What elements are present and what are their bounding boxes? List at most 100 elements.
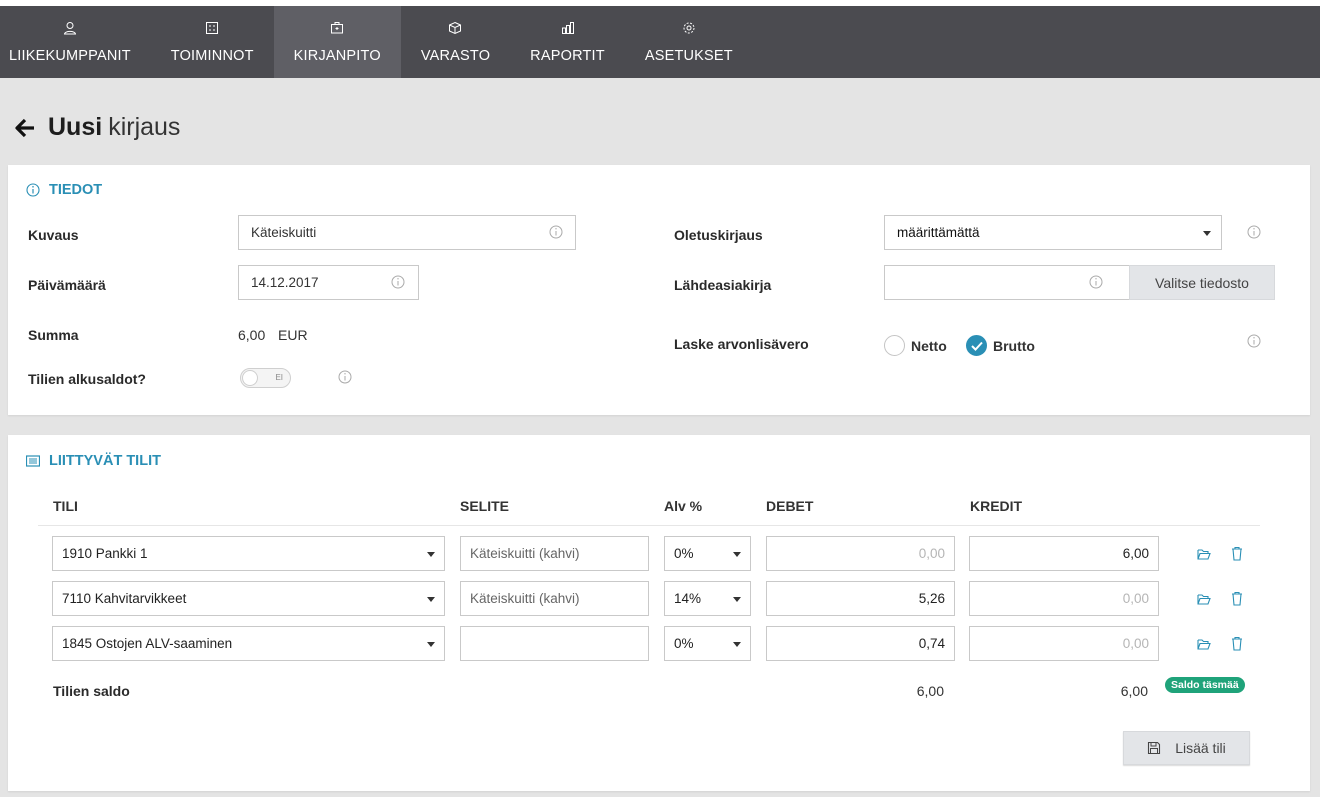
check-icon (971, 341, 983, 351)
cube-icon (449, 21, 462, 34)
list-icon (26, 455, 40, 467)
nav-kirjanpito[interactable]: KIRJANPITO (273, 6, 401, 78)
nav-label: VARASTO (420, 47, 491, 64)
chevron-down-icon (733, 597, 741, 602)
info-icon[interactable] (1089, 275, 1103, 289)
add-account-button[interactable]: Lisää tili (1123, 731, 1250, 765)
tilit-section-title: LIITTYVÄT TILIT (26, 453, 161, 469)
folder-open-icon[interactable] (1197, 637, 1211, 652)
folder-open-icon[interactable] (1197, 547, 1211, 562)
alkusaldot-label: Tilien alkusaldot? (28, 371, 146, 387)
nav-label: TOIMINNOT (170, 47, 254, 64)
bar-chart-icon (561, 21, 574, 34)
selite-input[interactable]: Käteiskuitti (kahvi) (460, 581, 649, 616)
kredit-input[interactable]: 0,00 (969, 581, 1159, 616)
oletuskirjaus-select[interactable]: määrittämättä (884, 215, 1222, 250)
toggle-text: EI (275, 373, 283, 382)
netto-label: Netto (911, 338, 947, 354)
tili-select[interactable]: 1845 Ostojen ALV-saaminen (52, 626, 445, 661)
saldo-kredit: 6,00 (1120, 683, 1148, 699)
debet-input[interactable]: 0,00 (766, 536, 955, 571)
briefcase-icon (331, 21, 344, 33)
debet-value: 0,74 (918, 636, 945, 651)
nav-raportit[interactable]: RAPORTIT (510, 6, 625, 78)
kredit-input[interactable]: 6,00 (969, 536, 1159, 571)
alv-select[interactable]: 14% (664, 581, 751, 616)
kuvaus-value: Käteiskuitti (251, 225, 317, 240)
selite-value: Käteiskuitti (kahvi) (470, 591, 580, 606)
summa-currency: EUR (278, 327, 308, 343)
summa-value: 6,00 (238, 327, 266, 343)
brutto-radio[interactable] (966, 335, 987, 356)
valitse-tiedosto-button[interactable]: Valitse tiedosto (1129, 265, 1275, 300)
kredit-value: 0,00 (1122, 591, 1149, 606)
nav-label: RAPORTIT (530, 47, 605, 64)
selite-input[interactable] (460, 626, 649, 661)
gear-icon (683, 22, 695, 33)
summa-label: Summa (28, 327, 79, 343)
alkusaldot-toggle[interactable]: EI (240, 368, 291, 388)
nav-asetukset[interactable]: ASETUKSET (625, 6, 753, 78)
brutto-label: Brutto (993, 338, 1035, 354)
info-icon[interactable] (391, 275, 405, 289)
tili-value: 1910 Pankki 1 (62, 546, 148, 561)
tili-select[interactable]: 1910 Pankki 1 (52, 536, 445, 571)
page-title: Uusi kirjaus (14, 113, 180, 142)
tili-select[interactable]: 7110 Kahvitarvikkeet (52, 581, 445, 616)
main-navbar: LIIKEKUMPPANIT TOIMINNOT KIRJANPITO VARA… (0, 6, 1320, 78)
nav-liikekumppanit[interactable]: LIIKEKUMPPANIT (0, 6, 151, 78)
tili-value: 1845 Ostojen ALV-saaminen (62, 636, 233, 651)
debet-value: 0,00 (918, 546, 945, 561)
tiedot-card: TIEDOT Kuvaus Käteiskuitti Päivämäärä 14… (8, 165, 1310, 415)
chevron-down-icon (733, 642, 741, 647)
alv-select[interactable]: 0% (664, 626, 751, 661)
info-icon[interactable] (338, 370, 352, 384)
col-header-selite: SELITE (460, 498, 510, 514)
info-icon[interactable] (1247, 225, 1261, 239)
col-header-tili: TILI (53, 498, 78, 514)
section-title-text: TIEDOT (49, 182, 103, 198)
saldo-status-badge: Saldo täsmää (1165, 677, 1245, 693)
kredit-value: 0,00 (1122, 636, 1149, 651)
user-icon (63, 21, 76, 34)
nav-label: KIRJANPITO (293, 47, 381, 64)
alv-select[interactable]: 0% (664, 536, 751, 571)
debet-input[interactable]: 0,74 (766, 626, 955, 661)
kuvaus-input[interactable]: Käteiskuitti (238, 215, 576, 250)
page-title-light: kirjaus (108, 113, 181, 141)
col-header-kredit: KREDIT (970, 498, 1023, 514)
kredit-value: 6,00 (1122, 546, 1149, 561)
calculator-icon (206, 21, 219, 34)
debet-input[interactable]: 5,26 (766, 581, 955, 616)
header-divider (38, 525, 1260, 526)
nav-label: ASETUKSET (644, 47, 733, 64)
info-circle-icon (26, 183, 40, 197)
chevron-down-icon (427, 552, 435, 557)
kuvaus-label: Kuvaus (28, 227, 79, 243)
saldo-debet: 6,00 (916, 683, 944, 699)
tiedot-section-title: TIEDOT (26, 182, 102, 198)
selite-input[interactable]: Käteiskuitti (kahvi) (460, 536, 649, 571)
oletuskirjaus-value: määrittämättä (897, 225, 980, 240)
folder-open-icon[interactable] (1197, 592, 1211, 607)
nav-varasto[interactable]: VARASTO (401, 6, 510, 78)
info-icon[interactable] (1247, 334, 1261, 348)
info-icon[interactable] (549, 225, 563, 239)
saldo-label: Tilien saldo (53, 683, 130, 699)
oletuskirjaus-label: Oletuskirjaus (674, 227, 763, 243)
page-title-bold: Uusi (48, 113, 103, 141)
trash-icon[interactable] (1230, 546, 1244, 561)
chevron-down-icon (427, 642, 435, 647)
alv-value: 0% (674, 546, 694, 561)
col-header-debet: DEBET (766, 498, 814, 514)
liittyvat-tilit-card: LIITTYVÄT TILIT TILI SELITE Alv % DEBET … (8, 435, 1310, 791)
trash-icon[interactable] (1230, 636, 1244, 651)
chevron-down-icon (427, 597, 435, 602)
nav-toiminnot[interactable]: TOIMINNOT (151, 6, 274, 78)
trash-icon[interactable] (1230, 591, 1244, 606)
netto-radio[interactable] (884, 335, 905, 356)
chevron-down-icon (1203, 231, 1211, 236)
arrow-left-icon[interactable] (14, 117, 36, 139)
kredit-input[interactable]: 0,00 (969, 626, 1159, 661)
col-header-alv: Alv % (664, 498, 703, 514)
